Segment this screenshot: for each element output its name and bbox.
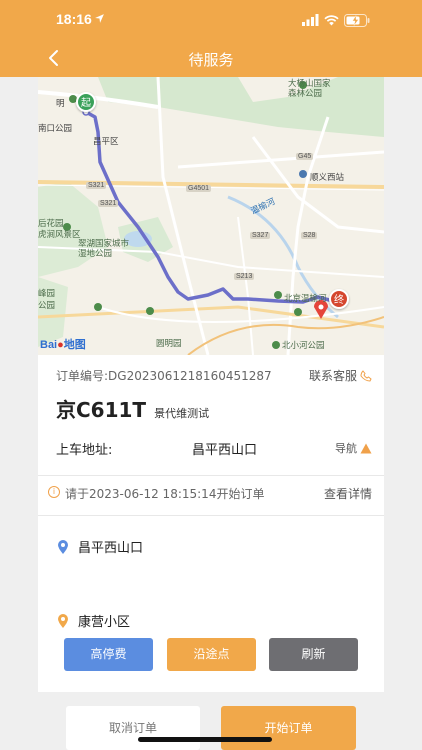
route-map[interactable]: 起 终 大杨山国家 森林公园 明 南口公园 昌平区 顺义西站 温榆河 后花园 虎…	[38, 77, 384, 355]
status-icons	[302, 12, 370, 28]
bottom-action-bar: 取消订单 开始订单	[0, 692, 422, 750]
road-sign-s321a: S321	[86, 182, 107, 189]
road-sign-s28: S28	[301, 232, 318, 239]
map-label-changping: 昌平区	[93, 137, 119, 147]
order-card: 起 终 大杨山国家 森林公园 明 南口公园 昌平区 顺义西站 温榆河 后花园 虎…	[38, 77, 384, 692]
start-marker: 起	[76, 92, 96, 112]
stop-origin: 昌平西山口	[58, 537, 143, 556]
location-arrow-icon	[95, 14, 104, 23]
info-icon: i	[48, 486, 60, 498]
contact-support-link[interactable]: 联系客服	[309, 367, 372, 384]
baidu-map-logo: Bai●地图	[40, 336, 86, 352]
title-bar: 待服务	[0, 40, 422, 77]
end-marker: 终	[329, 289, 349, 309]
status-bar: 18:16	[0, 0, 422, 40]
map-canvas	[38, 77, 384, 355]
status-time: 18:16	[56, 11, 92, 27]
paw-icon: ●	[57, 339, 64, 351]
baidu-logo-text: Bai	[40, 339, 58, 351]
stop-destination: 康营小区	[58, 611, 130, 630]
pickup-address: 昌平西山口	[192, 443, 258, 458]
map-label-yuanming: 圆明园	[156, 339, 182, 349]
page-title: 待服务	[188, 51, 234, 69]
map-label-beixiaohe: 北小河公园	[282, 341, 325, 351]
contact-support-label: 联系客服	[308, 369, 357, 383]
phone-icon	[360, 369, 372, 382]
road-sign-g45: G45	[296, 153, 314, 160]
destination-pin-icon	[58, 613, 68, 628]
origin-address: 昌平西山口	[78, 541, 144, 556]
map-label-cuihu: 翠湖国家城市 湿地公园	[78, 239, 130, 259]
driver-name: 景代维测试	[154, 407, 210, 420]
pickup-row: 上车地址: 昌平西山口 导航	[56, 437, 372, 458]
pickup-label: 上车地址:	[56, 443, 113, 458]
navigate-label: 导航	[335, 442, 357, 455]
divider	[38, 515, 384, 516]
high-parking-fee-button[interactable]: 高停费	[64, 638, 153, 671]
map-label-forest-park: 大杨山国家 森林公园	[288, 79, 331, 99]
destination-address: 康营小区	[78, 615, 131, 630]
divider	[38, 475, 384, 476]
navigate-button[interactable]: 导航	[335, 440, 372, 456]
cancel-order-button[interactable]: 取消订单	[66, 706, 200, 750]
origin-pin-icon	[58, 539, 68, 554]
map-label-ming: 明	[56, 99, 65, 109]
baidu-logo-map: 地图	[63, 339, 86, 351]
view-details-link[interactable]: 查看详情	[324, 485, 372, 502]
map-label-beijing: 北京温榆河	[284, 294, 327, 304]
app-header: 18:16 待服务	[0, 0, 422, 77]
map-label-shunyi: 顺义西站	[310, 173, 345, 183]
road-sign-s321b: S321	[98, 200, 119, 207]
start-order-button[interactable]: 开始订单	[221, 706, 356, 750]
wifi-icon	[324, 15, 339, 26]
route-points-button[interactable]: 沿途点	[167, 638, 256, 671]
road-sign-g4501: G4501	[186, 185, 212, 192]
vehicle-row: 京C611T 景代维测试	[56, 394, 209, 423]
home-indicator[interactable]	[138, 737, 272, 742]
start-notice-text: 请于2023-06-12 18:15:14开始订单	[65, 487, 265, 501]
road-sign-s213: S213	[234, 273, 255, 280]
map-label-feng: 峰园	[38, 289, 56, 299]
map-label-park: 公园	[38, 301, 56, 311]
signal-icon	[302, 14, 319, 26]
battery-charging-icon	[344, 13, 370, 27]
road-sign-s327: S327	[250, 232, 271, 239]
refresh-button[interactable]: 刷新	[269, 638, 358, 671]
map-label-hujing: 虎涧风景区	[38, 230, 81, 240]
license-plate: 京C611T	[56, 398, 147, 422]
map-label-nankou: 南口公园	[38, 124, 73, 134]
warning-triangle-icon	[360, 443, 372, 453]
order-number: 订单编号:DG2023061218160451287	[56, 369, 272, 383]
